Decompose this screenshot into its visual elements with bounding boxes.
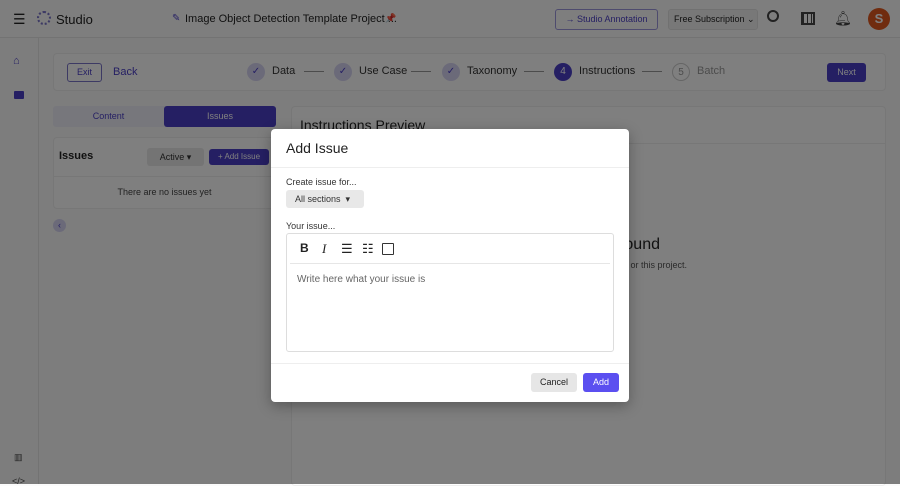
modal-title: Add Issue [286, 140, 349, 156]
issue-editor: Write here what your issue is [286, 233, 614, 352]
image-icon[interactable] [382, 243, 394, 255]
italic-icon[interactable]: I [322, 241, 326, 257]
bullet-list-icon[interactable]: ☰ [341, 241, 353, 257]
add-button[interactable]: Add [583, 373, 619, 392]
section-select[interactable]: All sections ▾ [286, 190, 364, 208]
issue-label: Your issue... [286, 221, 336, 231]
divider [290, 263, 610, 264]
numbered-list-icon[interactable]: ☷ [362, 241, 374, 257]
bold-icon[interactable]: B [300, 241, 309, 255]
divider [271, 167, 629, 168]
add-issue-modal: Add Issue Create issue for... All sectio… [271, 129, 629, 402]
cancel-button[interactable]: Cancel [531, 373, 577, 392]
section-select-value: All sections [295, 194, 341, 204]
create-for-label: Create issue for... [286, 177, 357, 187]
issue-textarea[interactable]: Write here what your issue is [297, 274, 425, 285]
divider [271, 363, 629, 364]
